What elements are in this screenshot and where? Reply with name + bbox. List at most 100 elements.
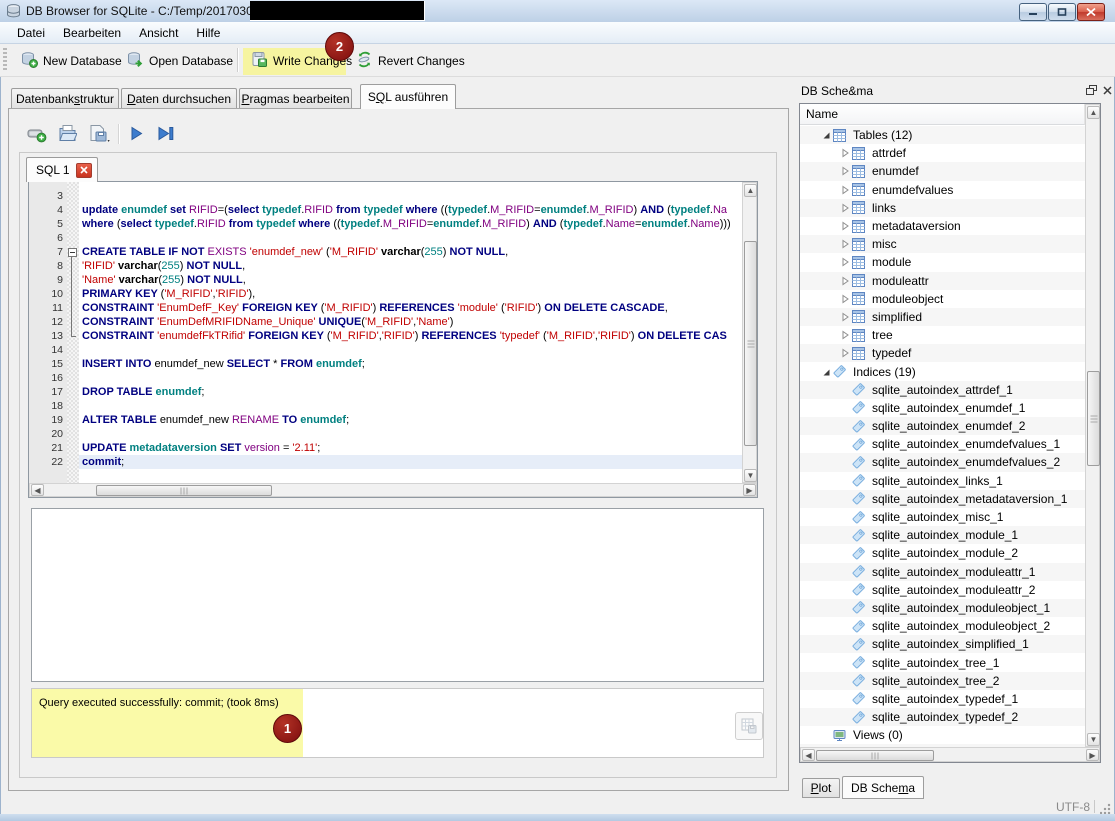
tree-row[interactable]: sqlite_autoindex_tree_2: [800, 672, 1085, 690]
tree-row[interactable]: sqlite_autoindex_moduleattr_2: [800, 581, 1085, 599]
menu-bearbeiten[interactable]: Bearbeiten: [54, 23, 130, 43]
resize-grip[interactable]: [1100, 803, 1111, 814]
sql1-tab-close-icon[interactable]: [76, 163, 92, 178]
scroll-right-icon[interactable]: ▶: [1086, 749, 1099, 761]
tree-hscrollbar[interactable]: ◀ ▶: [800, 747, 1100, 762]
tab-daten-durchsuchen[interactable]: Daten durchsuchen: [121, 88, 237, 108]
expand-icon[interactable]: [837, 220, 852, 232]
tree-row[interactable]: enumdefvalues: [800, 181, 1085, 199]
editor-vscrollbar[interactable]: ▲ ▼: [742, 182, 757, 483]
tree-row[interactable]: enumdef: [800, 162, 1085, 180]
execute-current-line-icon[interactable]: [157, 126, 175, 146]
index-icon: [852, 583, 868, 596]
restore-button[interactable]: [1048, 3, 1076, 21]
close-button[interactable]: [1077, 3, 1105, 21]
expand-icon[interactable]: [837, 311, 852, 323]
editor-hscrollbar[interactable]: ◀ ▶: [29, 483, 757, 497]
tree-row[interactable]: sqlite_autoindex_tree_1: [800, 653, 1085, 671]
tree-row[interactable]: sqlite_autoindex_simplified_1: [800, 635, 1085, 653]
expand-icon[interactable]: [837, 256, 852, 268]
tree-row[interactable]: sqlite_autoindex_enumdefvalues_2: [800, 453, 1085, 471]
tree-row[interactable]: simplified: [800, 308, 1085, 326]
open-database-button[interactable]: Open Database: [123, 48, 237, 74]
scroll-up-icon[interactable]: ▲: [1087, 106, 1100, 119]
collapse-icon[interactable]: [818, 366, 833, 378]
new-database-button[interactable]: New Database: [17, 48, 126, 74]
tree-row[interactable]: Views (0): [800, 726, 1085, 744]
expand-icon[interactable]: [837, 202, 852, 214]
scroll-right-icon[interactable]: ▶: [743, 484, 756, 496]
new-tab-icon[interactable]: [27, 127, 48, 148]
hscroll-thumb[interactable]: [96, 485, 272, 496]
tree-row[interactable]: sqlite_autoindex_misc_1: [800, 508, 1085, 526]
tab-sql-ausfuehren[interactable]: SQL ausführen: [360, 84, 456, 109]
tree-row[interactable]: sqlite_autoindex_enumdefvalues_1: [800, 435, 1085, 453]
new-database-icon: [21, 51, 38, 71]
dock-close-icon[interactable]: [1100, 83, 1114, 97]
tree-row[interactable]: sqlite_autoindex_metadataversion_1: [800, 490, 1085, 508]
tree-header-name[interactable]: Name: [800, 104, 1085, 125]
expand-icon[interactable]: [837, 329, 852, 341]
tree-row[interactable]: sqlite_autoindex_typedef_1: [800, 690, 1085, 708]
execute-sql-icon[interactable]: [129, 126, 144, 146]
scroll-down-icon[interactable]: ▼: [744, 469, 757, 482]
tree-row[interactable]: Indices (19): [800, 362, 1085, 380]
tree-row[interactable]: sqlite_autoindex_attrdef_1: [800, 381, 1085, 399]
minimize-button[interactable]: [1019, 3, 1047, 21]
collapse-icon[interactable]: [818, 129, 833, 141]
tree-row[interactable]: misc: [800, 235, 1085, 253]
sql1-tab[interactable]: SQL 1: [26, 157, 98, 182]
tree-row[interactable]: links: [800, 199, 1085, 217]
sql1-tab-label: SQL 1: [36, 163, 70, 177]
tree-row[interactable]: moduleattr: [800, 272, 1085, 290]
expand-icon[interactable]: [837, 238, 852, 250]
save-sql-file-icon[interactable]: [88, 124, 112, 149]
tree-row[interactable]: sqlite_autoindex_enumdef_1: [800, 399, 1085, 417]
tree-row[interactable]: tree: [800, 326, 1085, 344]
scroll-left-icon[interactable]: ◀: [802, 749, 815, 761]
save-results-button[interactable]: [735, 712, 763, 740]
scroll-left-icon[interactable]: ◀: [31, 484, 44, 496]
tree-row[interactable]: sqlite_autoindex_module_1: [800, 526, 1085, 544]
tab-pragmas-bearbeiten[interactable]: Pragmas bearbeiten: [239, 88, 352, 108]
tree-row[interactable]: sqlite_autoindex_typedef_2: [800, 708, 1085, 726]
tab-datenbankstruktur[interactable]: Datenbankstruktur: [11, 88, 119, 108]
tree-row[interactable]: sqlite_autoindex_module_2: [800, 544, 1085, 562]
expand-icon[interactable]: [837, 184, 852, 196]
menu-ansicht[interactable]: Ansicht: [130, 23, 187, 43]
code-line: 6: [29, 231, 742, 245]
open-sql-file-icon[interactable]: [58, 124, 77, 148]
revert-changes-button[interactable]: Revert Changes: [352, 48, 469, 74]
message-panel: Query executed successfully: commit; (to…: [31, 688, 764, 758]
scroll-up-icon[interactable]: ▲: [744, 184, 757, 197]
tree-row[interactable]: sqlite_autoindex_links_1: [800, 472, 1085, 490]
scroll-down-icon[interactable]: ▼: [1087, 733, 1100, 746]
menu-hilfe[interactable]: Hilfe: [187, 23, 229, 43]
tree-row[interactable]: sqlite_autoindex_moduleobject_2: [800, 617, 1085, 635]
sql-editor[interactable]: 34update enumdef set RIFID=(select typed…: [28, 181, 758, 498]
vscroll-thumb[interactable]: [744, 241, 757, 446]
tree-row[interactable]: metadataversion: [800, 217, 1085, 235]
tree-hscroll-thumb[interactable]: [816, 750, 934, 761]
dock-float-icon[interactable]: [1084, 83, 1098, 97]
tree-row[interactable]: typedef: [800, 344, 1085, 362]
dock-tab-db-schema[interactable]: DB Schema: [842, 776, 924, 799]
expand-icon[interactable]: [837, 275, 852, 287]
dock-tab-plot[interactable]: Plot: [802, 778, 840, 798]
menu-datei[interactable]: Datei: [8, 23, 54, 43]
tree-row[interactable]: Tables (12): [800, 126, 1085, 144]
tree-row[interactable]: sqlite_autoindex_enumdef_2: [800, 417, 1085, 435]
sql-toolbar-separator: [118, 124, 120, 144]
tree-row[interactable]: sqlite_autoindex_moduleobject_1: [800, 599, 1085, 617]
tree-row[interactable]: module: [800, 253, 1085, 271]
view-icon: [833, 729, 849, 742]
tree-row[interactable]: sqlite_autoindex_moduleattr_1: [800, 563, 1085, 581]
expand-icon[interactable]: [837, 347, 852, 359]
tree-vscroll-thumb[interactable]: [1087, 371, 1100, 466]
expand-icon[interactable]: [837, 165, 852, 177]
expand-icon[interactable]: [837, 147, 852, 159]
tree-row[interactable]: attrdef: [800, 144, 1085, 162]
tree-row[interactable]: moduleobject: [800, 290, 1085, 308]
tree-vscrollbar[interactable]: ▲ ▼: [1085, 104, 1100, 747]
expand-icon[interactable]: [837, 293, 852, 305]
